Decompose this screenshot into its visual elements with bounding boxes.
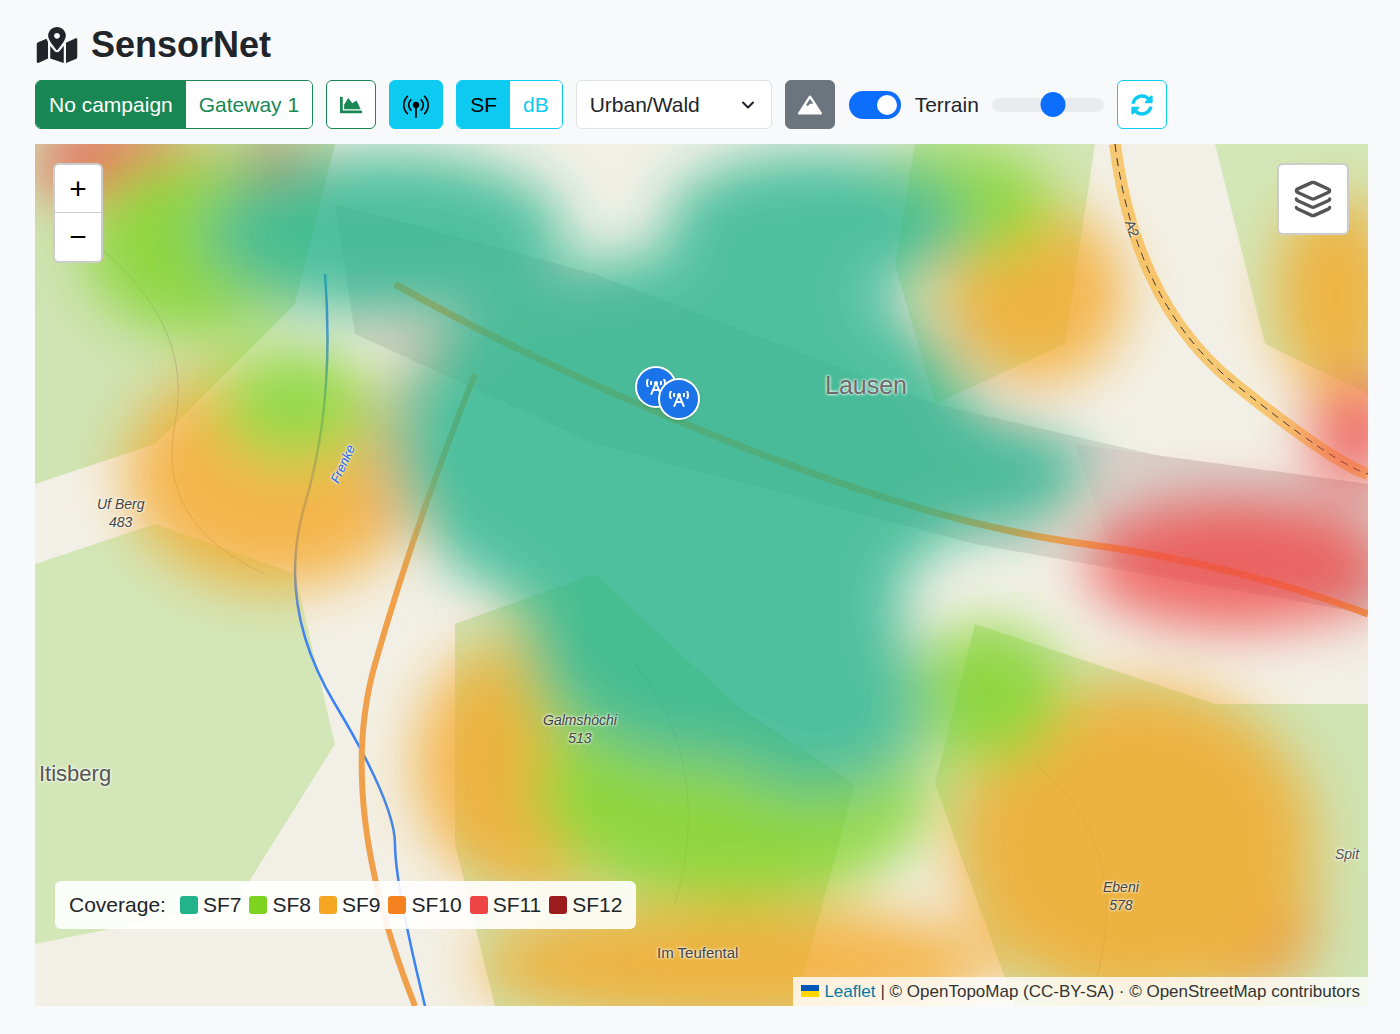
map[interactable]: Lausen Uf Berg483 Galmshöchi513 Itisberg Ebe… xyxy=(35,144,1368,1006)
slider-thumb[interactable] xyxy=(1041,92,1066,117)
legend-swatch xyxy=(549,896,567,914)
environment-select[interactable]: Urban/Wald xyxy=(576,80,772,129)
terrain-switch[interactable]: Terrain xyxy=(849,89,979,121)
switch-label: Terrain xyxy=(915,89,979,121)
mode-option[interactable]: dB xyxy=(510,81,562,128)
switch-track[interactable] xyxy=(849,91,901,119)
opacity-slider[interactable] xyxy=(992,92,1104,118)
layers-control[interactable] xyxy=(1277,163,1349,235)
zoom-out-button[interactable]: − xyxy=(55,213,101,261)
campaign-option[interactable]: Gateway 1 xyxy=(186,81,312,128)
broadcast-icon xyxy=(403,92,429,118)
legend-swatch xyxy=(470,896,488,914)
app: SensorNet No campaignGateway 1 SFdB Urban/W… xyxy=(0,0,1400,1034)
mountain-icon xyxy=(798,94,822,116)
legend-item: SF9 xyxy=(319,889,381,921)
coverage-legend: Coverage: SF7SF8SF9SF10 SF11SF12 xyxy=(55,881,636,929)
chart-button[interactable] xyxy=(326,80,376,129)
map-label: Spit xyxy=(1335,846,1359,864)
map-label: Lausen xyxy=(825,370,907,401)
ukraine-flag-icon xyxy=(801,985,819,997)
legend-item: SF11 xyxy=(470,889,542,921)
refresh-icon xyxy=(1131,94,1153,116)
zoom-in-button[interactable]: + xyxy=(55,165,101,213)
legend-item: SF12 xyxy=(549,889,622,921)
zoom-control: +− xyxy=(53,163,103,263)
map-label: Galmshöchi513 xyxy=(543,712,617,747)
attribution-text: | © OpenTopoMap (CC-BY-SA) · © OpenStree… xyxy=(880,979,1360,1005)
toolbar: No campaignGateway 1 SFdB Urban/Wald Terrai… xyxy=(35,80,1365,129)
map-icon xyxy=(35,27,79,63)
campaign-option[interactable]: No campaign xyxy=(36,81,186,128)
area-chart-icon xyxy=(340,94,362,116)
gateway-marker[interactable] xyxy=(658,378,700,420)
mode-option[interactable]: SF xyxy=(457,81,510,128)
switch-knob xyxy=(877,95,897,115)
terrain-button[interactable] xyxy=(785,80,835,129)
legend-item: SF8 xyxy=(249,889,311,921)
mode-toggle: SFdB xyxy=(456,80,563,129)
legend-item: SF10 xyxy=(388,889,461,921)
map-tiles[interactable] xyxy=(35,144,1368,1006)
map-label: Ebeni578 xyxy=(1103,879,1139,914)
gateway-button[interactable] xyxy=(389,80,443,129)
app-title: SensorNet xyxy=(91,27,271,63)
header: SensorNet xyxy=(35,22,1365,68)
layers-icon xyxy=(1293,179,1333,219)
map-label: Itisberg xyxy=(39,760,111,788)
legend-swatch xyxy=(180,896,198,914)
legend-swatch xyxy=(319,896,337,914)
campaign-toggle: No campaignGateway 1 xyxy=(35,80,313,129)
legend-title: Coverage: xyxy=(69,889,166,921)
legend-swatch xyxy=(388,896,406,914)
legend-item: SF7 xyxy=(180,889,242,921)
leaflet-link[interactable]: Leaflet xyxy=(824,979,875,1005)
map-label: Uf Berg483 xyxy=(97,496,144,531)
map-label: Im Teufental xyxy=(657,944,738,963)
legend-swatch xyxy=(249,896,267,914)
chevron-down-icon xyxy=(738,95,758,115)
attribution: Leaflet| © OpenTopoMap (CC-BY-SA) · © Op… xyxy=(793,977,1368,1007)
refresh-button[interactable] xyxy=(1117,80,1167,129)
tower-icon xyxy=(669,389,689,409)
select-value: Urban/Wald xyxy=(590,89,700,121)
